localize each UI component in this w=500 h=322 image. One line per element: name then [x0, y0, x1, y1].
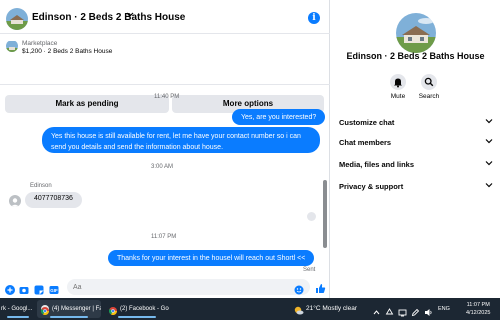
listing-thumbnail[interactable]: [6, 40, 18, 52]
section-privacy-support[interactable]: Privacy & support: [339, 180, 494, 194]
search-button[interactable]: Search: [414, 74, 444, 100]
chevron-down-icon: [484, 136, 494, 146]
timestamp: 3:00 AM: [151, 164, 174, 170]
section-label: Media, files and links: [339, 160, 415, 169]
section-media-files-links[interactable]: Media, files and links: [339, 158, 494, 172]
messenger-window: Edinson · 2 Beds 2 Baths House i Marketp…: [0, 0, 500, 298]
listing-category: Marketplace: [22, 40, 58, 47]
chevron-down-icon[interactable]: [126, 10, 134, 20]
chat-pane: Edinson · 2 Beds 2 Baths House i Marketp…: [0, 0, 330, 298]
message-outgoing[interactable]: Thanks for your interest in the housel w…: [108, 250, 315, 266]
scrollbar[interactable]: [323, 92, 327, 266]
windows-taskbar: rk - Googl... (4) Messenger | Fac... (2)…: [0, 298, 500, 320]
sent-status: Sent: [303, 267, 316, 273]
conversation-info-panel: Edinson · 2 Beds 2 Baths House Mute Sear…: [331, 0, 500, 298]
mute-label: Mute: [390, 93, 406, 100]
language-indicator[interactable]: ENG: [438, 306, 450, 312]
search-icon: [421, 74, 437, 90]
message-incoming[interactable]: 4077708736: [25, 192, 82, 208]
section-label: Chat members: [339, 138, 392, 147]
message-field[interactable]: [67, 279, 310, 295]
chevron-down-icon: [484, 158, 494, 168]
section-customize-chat[interactable]: Customize chat: [339, 116, 494, 130]
network-icon[interactable]: [398, 304, 407, 317]
chrome-icon: [109, 305, 117, 315]
edit-icon[interactable]: [411, 304, 420, 317]
svg-text:GIF: GIF: [50, 288, 58, 293]
mute-button[interactable]: Mute: [383, 74, 413, 100]
taskbar-indicator: [49, 316, 89, 318]
chevron-down-icon: [484, 180, 494, 190]
message-list: 11:40 PM Yes, are you interested? Yes th…: [0, 86, 330, 274]
taskbar-item-messenger[interactable]: (4) Messenger | Fac...: [37, 300, 101, 318]
gif-icon[interactable]: GIF: [49, 282, 59, 294]
plus-icon[interactable]: [5, 282, 15, 295]
conversation-avatar[interactable]: [6, 8, 28, 30]
taskbar-indicator: [117, 316, 157, 318]
timestamp: 11:40 PM: [154, 94, 180, 100]
section-chat-members[interactable]: Chat members: [339, 136, 494, 150]
conversation-title[interactable]: Edinson · 2 Beds 2 Baths House: [32, 12, 185, 23]
chevron-down-icon: [484, 116, 494, 126]
avatar[interactable]: [9, 195, 21, 207]
chrome-icon: [41, 305, 49, 315]
clock[interactable]: 11:07 PM 4/12/2025: [466, 301, 490, 317]
read-receipt-avatar: [307, 212, 316, 221]
weather-text[interactable]: 21°C Mostly clear: [306, 305, 357, 312]
search-label: Search: [418, 93, 440, 100]
like-icon[interactable]: [315, 281, 326, 293]
sender-name: Edinson: [30, 183, 52, 189]
message-outgoing[interactable]: Yes, are you interested?: [232, 109, 326, 125]
clock-time: 11:07 PM: [466, 302, 490, 308]
profile-name: Edinson · 2 Beds 2 Baths House: [346, 51, 485, 61]
marketplace-listing: Marketplace $1,200 · 2 Beds 2 Baths Hous…: [0, 35, 330, 113]
chevron-up-icon[interactable]: [372, 304, 381, 315]
scrollbar-thumb[interactable]: [323, 180, 327, 248]
speaker-icon[interactable]: [424, 304, 433, 316]
section-label: Privacy & support: [339, 182, 404, 191]
info-icon[interactable]: i: [308, 12, 320, 24]
timestamp: 11:07 PM: [151, 234, 177, 240]
camera-icon[interactable]: [19, 282, 29, 294]
message-input[interactable]: [73, 282, 273, 292]
message-outgoing[interactable]: Yes this house is still available for re…: [42, 127, 320, 153]
taskbar-item-facebook[interactable]: (2) Facebook - Goo...: [105, 300, 169, 318]
taskbar-item-google[interactable]: rk - Googl...: [0, 300, 36, 318]
taskbar-indicator: [7, 316, 29, 318]
sticker-icon[interactable]: [34, 282, 44, 295]
recycle-icon[interactable]: [385, 304, 394, 315]
bell-icon: [390, 74, 406, 90]
listing-price-title[interactable]: $1,200 · 2 Beds 2 Baths House: [22, 48, 112, 55]
composer-bar: GIF: [0, 276, 330, 298]
section-label: Customize chat: [339, 118, 395, 127]
chat-header: Edinson · 2 Beds 2 Baths House i: [0, 0, 330, 34]
clock-date: 4/12/2025: [466, 310, 491, 316]
profile-picture[interactable]: [396, 13, 436, 53]
weather-icon[interactable]: [293, 303, 304, 315]
